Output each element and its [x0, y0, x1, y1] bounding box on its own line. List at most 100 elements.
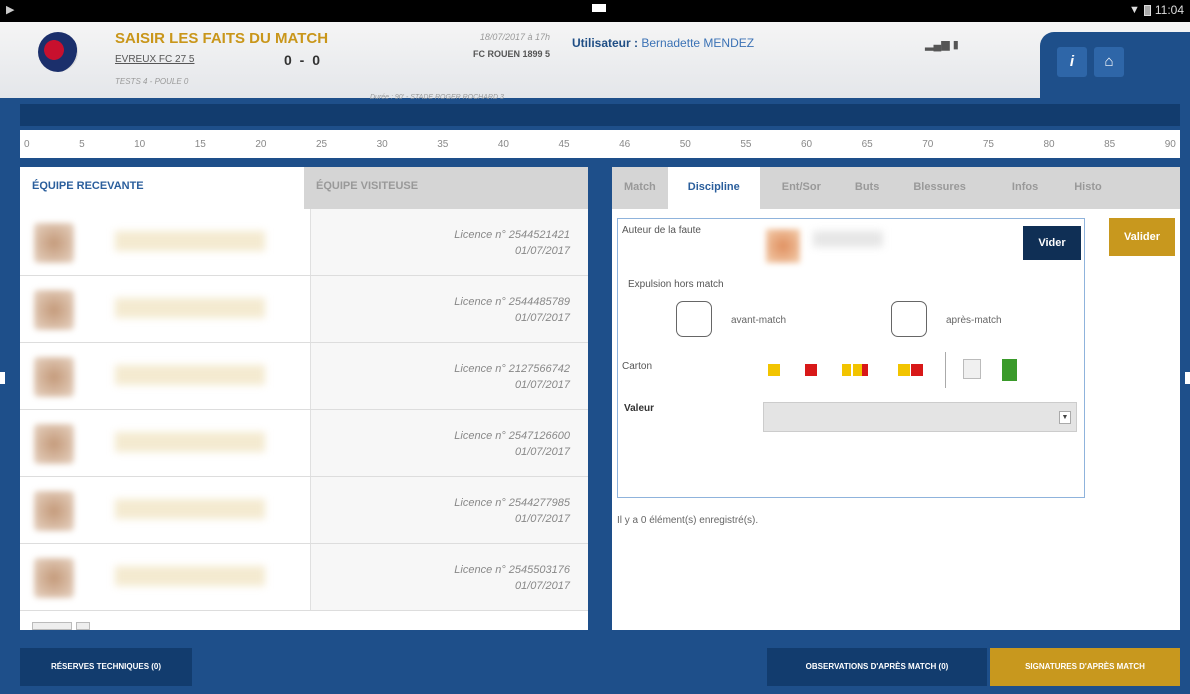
player-row[interactable]: Licence n° 2127566742 01/07/2017 — [20, 343, 588, 410]
status-bar: ▶ ▼ 11:04 — [0, 0, 1190, 22]
home-team-link[interactable]: EVREUX FC 27 5 — [115, 54, 194, 65]
value-select[interactable]: ▼ — [763, 402, 1077, 432]
player-name-blurred — [115, 298, 265, 318]
before-match-checkbox[interactable] — [676, 301, 712, 337]
timeline-tick[interactable]: 10 — [134, 139, 145, 150]
player-name-blurred — [115, 365, 265, 385]
tab-infos[interactable]: Infos — [988, 167, 1062, 209]
timeline-tick[interactable]: 30 — [377, 139, 388, 150]
pager-button[interactable] — [76, 622, 90, 630]
timeline-tick[interactable]: 55 — [740, 139, 751, 150]
player-cell — [20, 343, 310, 409]
match-details-panel: Match Discipline Ent/Sor Buts Blessures … — [612, 167, 1180, 630]
tab-histo[interactable]: Histo — [1062, 167, 1114, 209]
after-match-label: après-match — [946, 315, 1002, 326]
double-yellow-red-marker — [862, 364, 868, 376]
player-row[interactable]: Licence n° 2545503176 01/07/2017 — [20, 544, 588, 611]
tab-blessures[interactable]: Blessures — [891, 167, 988, 209]
player-licence-cell: Licence n° 2544521421 01/07/2017 — [310, 209, 588, 275]
user-name: Bernadette MENDEZ — [641, 36, 755, 50]
licence-number: Licence n° 2544521421 — [454, 229, 570, 241]
pager-button[interactable] — [32, 622, 72, 630]
licence-number: Licence n° 2544277985 — [454, 497, 570, 509]
player-photo — [34, 290, 74, 330]
licence-number: Licence n° 2127566742 — [454, 363, 570, 375]
value-label: Valeur — [624, 403, 655, 414]
timeline-tick[interactable]: 35 — [437, 139, 448, 150]
battery-icon — [1143, 4, 1151, 16]
list-pager — [32, 622, 90, 630]
yellow-red-card-option[interactable] — [898, 364, 910, 376]
timeline-tick[interactable]: 75 — [983, 139, 994, 150]
player-name-blurred — [115, 231, 265, 251]
timeline-tick[interactable]: 0 — [24, 139, 30, 150]
player-list: Licence n° 2544521421 01/07/2017 Licence … — [20, 209, 588, 611]
player-cell — [20, 477, 310, 543]
away-team-name: FC ROUEN 1899 5 — [472, 49, 550, 59]
player-row[interactable]: Licence n° 2544277985 01/07/2017 — [20, 477, 588, 544]
player-cell — [20, 276, 310, 342]
timeline-tick[interactable]: 25 — [316, 139, 327, 150]
timeline-tick[interactable]: 40 — [498, 139, 509, 150]
player-name-blurred — [115, 432, 265, 452]
player-row[interactable]: Licence n° 2544521421 01/07/2017 — [20, 209, 588, 276]
licence-number: Licence n° 2545503176 — [454, 564, 570, 576]
timeline-tick[interactable]: 45 — [559, 139, 570, 150]
before-match-label: avant-match — [731, 315, 787, 326]
timeline-tick[interactable]: 70 — [922, 139, 933, 150]
post-match-signatures-button[interactable]: SIGNATURES D'APRÈS MATCH — [990, 648, 1180, 686]
timeline-tick[interactable]: 20 — [255, 139, 266, 150]
player-cell — [20, 410, 310, 476]
player-photo — [34, 491, 74, 531]
wifi-icon: ▼ — [1128, 4, 1140, 16]
timeline-tick[interactable]: 15 — [195, 139, 206, 150]
competition-label: TESTS 4 - POULE 0 — [115, 77, 189, 86]
validate-button[interactable]: Valider — [1109, 218, 1175, 256]
match-date: 18/07/2017 à 17h — [479, 32, 550, 42]
detail-tabs: Match Discipline Ent/Sor Buts Blessures … — [612, 167, 1180, 209]
timeline-tick[interactable]: 90 — [1165, 139, 1176, 150]
timeline-tick[interactable]: 65 — [862, 139, 873, 150]
info-button[interactable]: i — [1057, 47, 1087, 77]
player-row[interactable]: Licence n° 2544485789 01/07/2017 — [20, 276, 588, 343]
right-edge-handle — [1185, 372, 1190, 384]
left-edge-handle — [0, 372, 5, 384]
timeline-tick[interactable]: 46 — [619, 139, 630, 150]
licence-number: Licence n° 2544485789 — [454, 296, 570, 308]
post-match-observations-button[interactable]: OBSERVATIONS D'APRÈS MATCH (0) — [767, 648, 987, 686]
dropdown-arrow-icon: ▼ — [1059, 411, 1071, 424]
player-row[interactable]: Licence n° 2547126600 01/07/2017 — [20, 410, 588, 477]
technical-reserves-button[interactable]: RÉSERVES TECHNIQUES (0) — [20, 648, 192, 686]
timeline-tick[interactable]: 80 — [1044, 139, 1055, 150]
user-info: Utilisateur : Bernadette MENDEZ — [572, 36, 754, 50]
tab-home-team[interactable]: ÉQUIPE RECEVANTE — [20, 167, 304, 209]
red-card-option[interactable] — [805, 364, 817, 376]
page-title: SAISIR LES FAITS DU MATCH — [115, 30, 329, 47]
home-icon: ⌂ — [1104, 53, 1114, 70]
yellow-card-option[interactable] — [768, 364, 780, 376]
double-yellow-card-option[interactable] — [842, 364, 862, 376]
clear-button[interactable]: Vider — [1023, 226, 1081, 260]
green-card-option[interactable] — [1002, 359, 1017, 381]
timeline-tick[interactable]: 50 — [680, 139, 691, 150]
licence-date: 01/07/2017 — [514, 580, 570, 592]
foul-form: Auteur de la faute Vider Expulsion hors … — [617, 218, 1085, 498]
timeline-tick[interactable]: 5 — [79, 139, 85, 150]
player-licence-cell: Licence n° 2545503176 01/07/2017 — [310, 544, 588, 610]
tab-discipline[interactable]: Discipline — [667, 167, 760, 209]
after-match-checkbox[interactable] — [891, 301, 927, 337]
home-button[interactable]: ⌂ — [1094, 47, 1124, 77]
card-label: Carton — [622, 361, 653, 372]
licence-date: 01/07/2017 — [514, 245, 570, 257]
records-count: Il y a 0 élément(s) enregistré(s). — [617, 515, 759, 526]
licence-date: 01/07/2017 — [514, 312, 570, 324]
timeline-tick[interactable]: 60 — [801, 139, 812, 150]
white-card-option[interactable] — [963, 359, 981, 379]
tab-buts[interactable]: Buts — [843, 167, 891, 209]
timeline-tick[interactable]: 85 — [1104, 139, 1115, 150]
tab-ent-sor[interactable]: Ent/Sor — [760, 167, 843, 209]
foul-author-name-blurred — [813, 231, 883, 247]
tab-match[interactable]: Match — [612, 167, 668, 209]
player-licence-cell: Licence n° 2547126600 01/07/2017 — [310, 410, 588, 476]
tab-away-team[interactable]: ÉQUIPE VISITEUSE — [304, 167, 588, 209]
